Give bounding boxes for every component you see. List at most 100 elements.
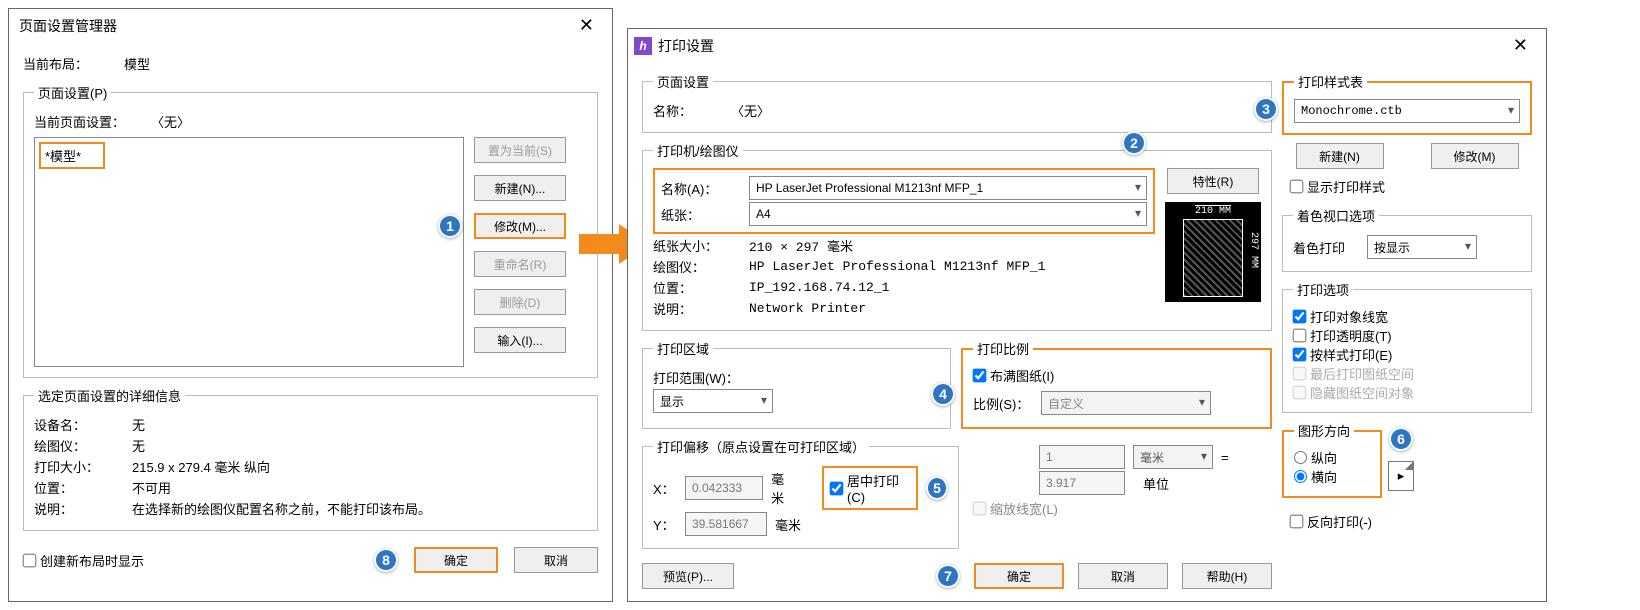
shade-legend: 着色视口选项	[1293, 206, 1379, 225]
style-new-button[interactable]: 新建(N)	[1296, 143, 1384, 169]
ok-button2[interactable]: 确定	[974, 563, 1064, 589]
orientation-legend: 图形方向	[1294, 421, 1354, 440]
plotter-value2: HP LaserJet Professional M1213nf MFP_1	[749, 259, 1045, 274]
cancel-button[interactable]: 取消	[514, 547, 598, 573]
desc-label2: 说明：	[653, 299, 741, 318]
desc-value2: Network Printer	[749, 301, 866, 316]
shade-group: 着色视口选项 着色打印 按显示	[1282, 206, 1532, 272]
create-layout-checkbox[interactable]: 创建新布局时显示	[23, 551, 144, 570]
area-group: 打印区域 打印范围(W)： 显示	[642, 339, 951, 429]
unit-num2: 3.917	[1039, 471, 1125, 495]
step-3-badge: 3	[1254, 97, 1278, 121]
loc-label2: 位置：	[653, 278, 741, 297]
style-modify-button[interactable]: 修改(M)	[1431, 143, 1519, 169]
help-button[interactable]: 帮助(H)	[1182, 563, 1272, 589]
scale-group: 4 打印比例 布满图纸(I) 比例(S)： 自定义	[961, 339, 1272, 429]
page-group: 页面设置 名称： 〈无〉	[642, 72, 1272, 133]
y-input: 39.581667	[685, 512, 767, 536]
close-icon[interactable]: ✕	[1505, 35, 1536, 56]
opt3-checkbox[interactable]: 按样式打印(E)	[1293, 345, 1521, 364]
step-1-badge: 1	[438, 214, 462, 238]
current-page-label: 当前页面设置：	[34, 112, 125, 131]
preview-button[interactable]: 预览(P)...	[642, 563, 734, 589]
y-unit: 毫米	[775, 515, 801, 534]
page-setup-manager-dialog: 页面设置管理器 ✕ 当前布局： 模型 页面设置(P) 当前页面设置： 〈无〉 *…	[8, 8, 613, 602]
page-setup-group: 页面设置(P) 当前页面设置： 〈无〉 *模型* 置为当前(S) 新建(N)..…	[23, 83, 598, 378]
app-icon: h	[634, 37, 652, 55]
page-legend: 页面设置	[653, 72, 713, 91]
scale-lw-checkbox: 缩放线宽(L)	[973, 499, 1058, 518]
printer-select[interactable]: HP LaserJet Professional M1213nf MFP_1	[749, 176, 1147, 200]
paper-preview: 210 MM 297 MM	[1165, 202, 1261, 302]
paper-select[interactable]: A4	[749, 202, 1147, 226]
rename-button: 重命名(R)	[474, 251, 566, 277]
x-input: 0.042333	[685, 476, 763, 500]
orientation-group: 图形方向 纵向 横向	[1282, 421, 1382, 498]
step-7-badge: 7	[936, 564, 960, 588]
step-6-badge: 6	[1389, 427, 1413, 451]
ok-button[interactable]: 确定	[414, 547, 498, 573]
range-select[interactable]: 显示	[653, 389, 773, 413]
page-icon: ▸	[1388, 461, 1414, 491]
range-label: 打印范围(W)：	[653, 368, 739, 387]
y-label: Y：	[653, 515, 677, 534]
style-legend: 打印样式表	[1294, 72, 1367, 91]
properties-button[interactable]: 特性(R)	[1167, 168, 1259, 194]
portrait-radio[interactable]: 纵向	[1294, 448, 1370, 467]
new-button[interactable]: 新建(N)...	[474, 175, 566, 201]
step-4-badge: 4	[931, 382, 955, 406]
step-5-badge: 5	[926, 476, 948, 500]
loc-value: 不可用	[132, 478, 171, 497]
details-group: 选定页面设置的详细信息 设备名：无 绘图仪：无 打印大小：215.9 x 279…	[23, 386, 598, 531]
offset-legend: 打印偏移（原点设置在可打印区域）	[653, 437, 869, 456]
shade-select[interactable]: 按显示	[1367, 235, 1477, 259]
area-legend: 打印区域	[653, 339, 713, 358]
delete-button: 删除(D)	[474, 289, 566, 315]
equals: =	[1221, 450, 1229, 465]
step-8-badge: 8	[374, 548, 398, 572]
offset-group: 打印偏移（原点设置在可打印区域） X： 0.042333 毫米 居中打印(C) …	[642, 437, 959, 549]
unit-label: 单位	[1143, 474, 1169, 493]
current-page-value: 〈无〉	[151, 112, 190, 131]
opt2-checkbox[interactable]: 打印透明度(T)	[1293, 326, 1521, 345]
options-legend: 打印选项	[1293, 280, 1353, 299]
loc-label: 位置：	[34, 478, 124, 497]
name-label: 名称：	[653, 101, 723, 120]
desc-value: 在选择新的绘图仪配置名称之前，不能打印该布局。	[132, 499, 431, 518]
reverse-checkbox[interactable]: 反向打印(-)	[1290, 512, 1532, 531]
style-select[interactable]: Monochrome.ctb	[1294, 99, 1520, 123]
size-label: 打印大小：	[34, 457, 124, 476]
unit-num1: 1	[1039, 445, 1125, 469]
set-current-button: 置为当前(S)	[474, 137, 566, 163]
titlebar: 页面设置管理器 ✕	[9, 9, 612, 42]
page-setup-list[interactable]: *模型*	[34, 137, 464, 367]
show-style-checkbox[interactable]: 显示打印样式	[1290, 177, 1532, 196]
opt4-checkbox: 最后打印图纸空间	[1293, 364, 1521, 383]
paper-size-value: 210 × 297 毫米	[749, 236, 853, 255]
print-settings-dialog: h 打印设置 ✕ 页面设置 名称： 〈无〉 2 打印机/绘图仪	[627, 28, 1547, 602]
cancel-button2[interactable]: 取消	[1078, 563, 1168, 589]
printer-legend: 打印机/绘图仪	[653, 141, 743, 160]
desc-label: 说明：	[34, 499, 124, 518]
opt1-checkbox[interactable]: 打印对象线宽	[1293, 307, 1521, 326]
name-value: 〈无〉	[731, 101, 770, 120]
list-item-model[interactable]: *模型*	[39, 142, 105, 169]
x-unit: 毫米	[771, 469, 795, 507]
landscape-radio[interactable]: 横向	[1294, 467, 1370, 486]
unit-mm-select: 毫米	[1133, 445, 1213, 469]
titlebar: h 打印设置 ✕	[628, 29, 1546, 62]
import-button[interactable]: 输入(I)...	[474, 327, 566, 353]
paper-label: 纸张：	[661, 205, 741, 224]
current-layout-label: 当前布局：	[23, 54, 88, 73]
details-legend: 选定页面设置的详细信息	[34, 386, 185, 405]
page-setup-legend: 页面设置(P)	[34, 83, 111, 102]
center-checkbox[interactable]: 居中打印(C)	[822, 466, 918, 510]
fit-checkbox[interactable]: 布满图纸(I)	[973, 366, 1054, 385]
current-layout-value: 模型	[124, 54, 150, 73]
options-group: 打印选项 打印对象线宽 打印透明度(T) 按样式打印(E) 最后打印图纸空间 隐…	[1282, 280, 1532, 413]
close-icon[interactable]: ✕	[571, 15, 602, 36]
size-value: 215.9 x 279.4 毫米 纵向	[132, 457, 270, 476]
modify-button[interactable]: 修改(M)...	[474, 213, 566, 239]
plotter-label2: 绘图仪：	[653, 257, 741, 276]
plotter-label: 绘图仪：	[34, 436, 124, 455]
